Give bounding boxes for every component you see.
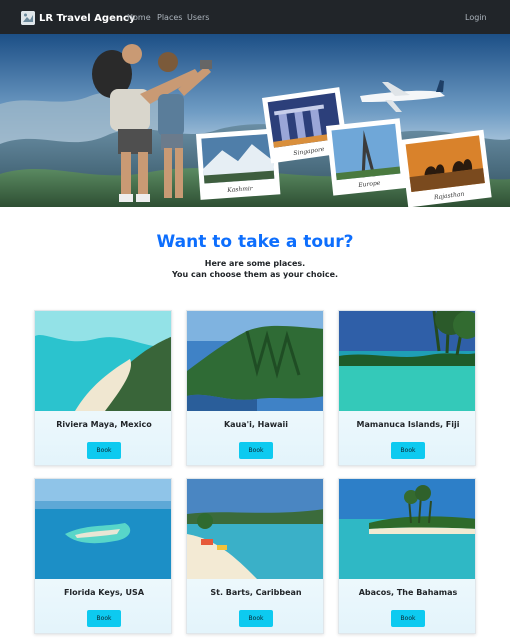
nav-login[interactable]: Login	[465, 13, 487, 22]
destination-name: Abacos, The Bahamas	[358, 588, 458, 597]
nav-home[interactable]: Home	[127, 13, 151, 22]
destination-image	[187, 311, 323, 411]
destination-name: Mamanuca Islands, Fiji	[356, 420, 460, 429]
navbar: LR Travel Agency Home Places Users Login	[0, 0, 510, 34]
destination-image	[35, 479, 171, 579]
book-button[interactable]: Book	[239, 442, 273, 459]
book-button[interactable]: Book	[239, 610, 273, 627]
destination-card[interactable]: Florida Keys, USA Book	[34, 478, 172, 634]
logo-icon	[21, 11, 35, 25]
destination-name: Kaua'i, Hawaii	[223, 420, 289, 429]
polaroid-rajasthan: Rajasthan	[400, 129, 492, 207]
destination-image	[35, 311, 171, 411]
destination-card[interactable]: Kaua'i, Hawaii Book	[186, 310, 324, 466]
destination-card[interactable]: Riviera Maya, Mexico Book	[34, 310, 172, 466]
book-button[interactable]: Book	[391, 610, 425, 627]
destination-card[interactable]: Abacos, The Bahamas Book	[338, 478, 476, 634]
book-button[interactable]: Book	[391, 442, 425, 459]
destination-image	[339, 479, 475, 579]
polaroid-kashmir: Kashmir	[196, 128, 281, 200]
page-title: Want to take a tour?	[156, 232, 354, 252]
nav-places[interactable]: Places	[157, 13, 182, 22]
subtitle-line-2: You can choose them as your choice.	[171, 270, 339, 279]
book-button[interactable]: Book	[87, 442, 121, 459]
polaroid-europe: Europe	[326, 118, 407, 196]
destination-card[interactable]: Mamanuca Islands, Fiji Book	[338, 310, 476, 466]
destination-name: Riviera Maya, Mexico	[56, 420, 152, 429]
subtitle-line-1: Here are some places.	[204, 259, 306, 268]
book-button[interactable]: Book	[87, 610, 121, 627]
destination-image	[339, 311, 475, 411]
nav-users[interactable]: Users	[187, 13, 209, 22]
brand-name: LR Travel Agency	[39, 12, 136, 24]
brand[interactable]: LR Travel Agency	[21, 10, 135, 26]
destination-name: Florida Keys, USA	[63, 588, 145, 597]
destination-image	[187, 479, 323, 579]
hero-banner: Kashmir Singapore Europe Rajasthan	[0, 34, 510, 207]
destination-card[interactable]: St. Barts, Caribbean Book	[186, 478, 324, 634]
destination-name: St. Barts, Caribbean	[210, 588, 302, 597]
